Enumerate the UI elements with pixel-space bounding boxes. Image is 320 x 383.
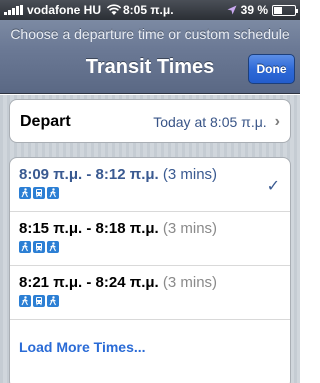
wifi-icon <box>106 4 122 15</box>
trip-duration: (3 mins) <box>162 166 218 183</box>
walk-icon <box>19 295 31 307</box>
transport-modes <box>19 187 280 199</box>
chevron-right-icon: › <box>274 113 280 130</box>
transport-modes <box>19 295 280 307</box>
status-time: 8:05 π.μ. <box>123 3 174 17</box>
walk-icon <box>19 187 31 199</box>
nav-prompt: Choose a departure time or custom schedu… <box>10 26 290 42</box>
time-range: 8:15 π.μ. - 8:18 π.μ. <box>19 220 159 237</box>
battery-level <box>274 6 282 14</box>
depart-row[interactable]: Depart Today at 8:05 π.μ. › <box>10 100 290 142</box>
times-list: 8:09 π.μ. - 8:12 π.μ. (3 mins) ✓ 8:15 π.μ.… <box>9 157 291 383</box>
time-option-text: 8:21 π.μ. - 8:24 π.μ. (3 mins) <box>19 274 280 291</box>
content-area: Depart Today at 8:05 π.μ. › 8:09 π.μ. - … <box>0 95 300 383</box>
walk-icon <box>47 187 59 199</box>
navigation-bar: Choose a departure time or custom schedu… <box>0 20 300 94</box>
trip-duration: (3 mins) <box>162 274 218 291</box>
bus-icon <box>33 295 45 307</box>
walk-icon <box>19 241 31 253</box>
battery-percent: 39 % <box>240 3 268 17</box>
bus-icon <box>33 187 45 199</box>
load-more-times-button[interactable]: Load More Times... <box>10 320 290 374</box>
depart-value: Today at 8:05 π.μ. <box>153 114 267 130</box>
done-button[interactable]: Done <box>248 54 295 84</box>
signal-strength-icon <box>4 5 23 15</box>
transport-modes <box>19 241 280 253</box>
status-bar: vodafone HU 8:05 π.μ. 39 % <box>0 0 300 20</box>
walk-icon <box>47 241 59 253</box>
walk-icon <box>47 295 59 307</box>
time-option-row[interactable]: 8:15 π.μ. - 8:18 π.μ. (3 mins) <box>10 212 290 266</box>
trip-duration: (3 mins) <box>162 220 218 237</box>
time-option-row[interactable]: 8:09 π.μ. - 8:12 π.μ. (3 mins) ✓ <box>10 158 290 212</box>
depart-group: Depart Today at 8:05 π.μ. › <box>9 99 291 143</box>
time-option-row[interactable]: 8:21 π.μ. - 8:24 π.μ. (3 mins) <box>10 266 290 320</box>
battery-icon <box>272 4 298 16</box>
bus-icon <box>33 241 45 253</box>
depart-label: Depart <box>20 113 71 130</box>
location-arrow-icon <box>227 5 237 15</box>
carrier-name: vodafone HU <box>27 3 102 17</box>
checkmark-icon: ✓ <box>266 178 280 195</box>
time-range: 8:21 π.μ. - 8:24 π.μ. <box>19 274 159 291</box>
time-range: 8:09 π.μ. - 8:12 π.μ. <box>19 166 159 183</box>
time-option-text: 8:09 π.μ. - 8:12 π.μ. (3 mins) <box>19 166 280 183</box>
time-option-text: 8:15 π.μ. - 8:18 π.μ. (3 mins) <box>19 220 280 237</box>
